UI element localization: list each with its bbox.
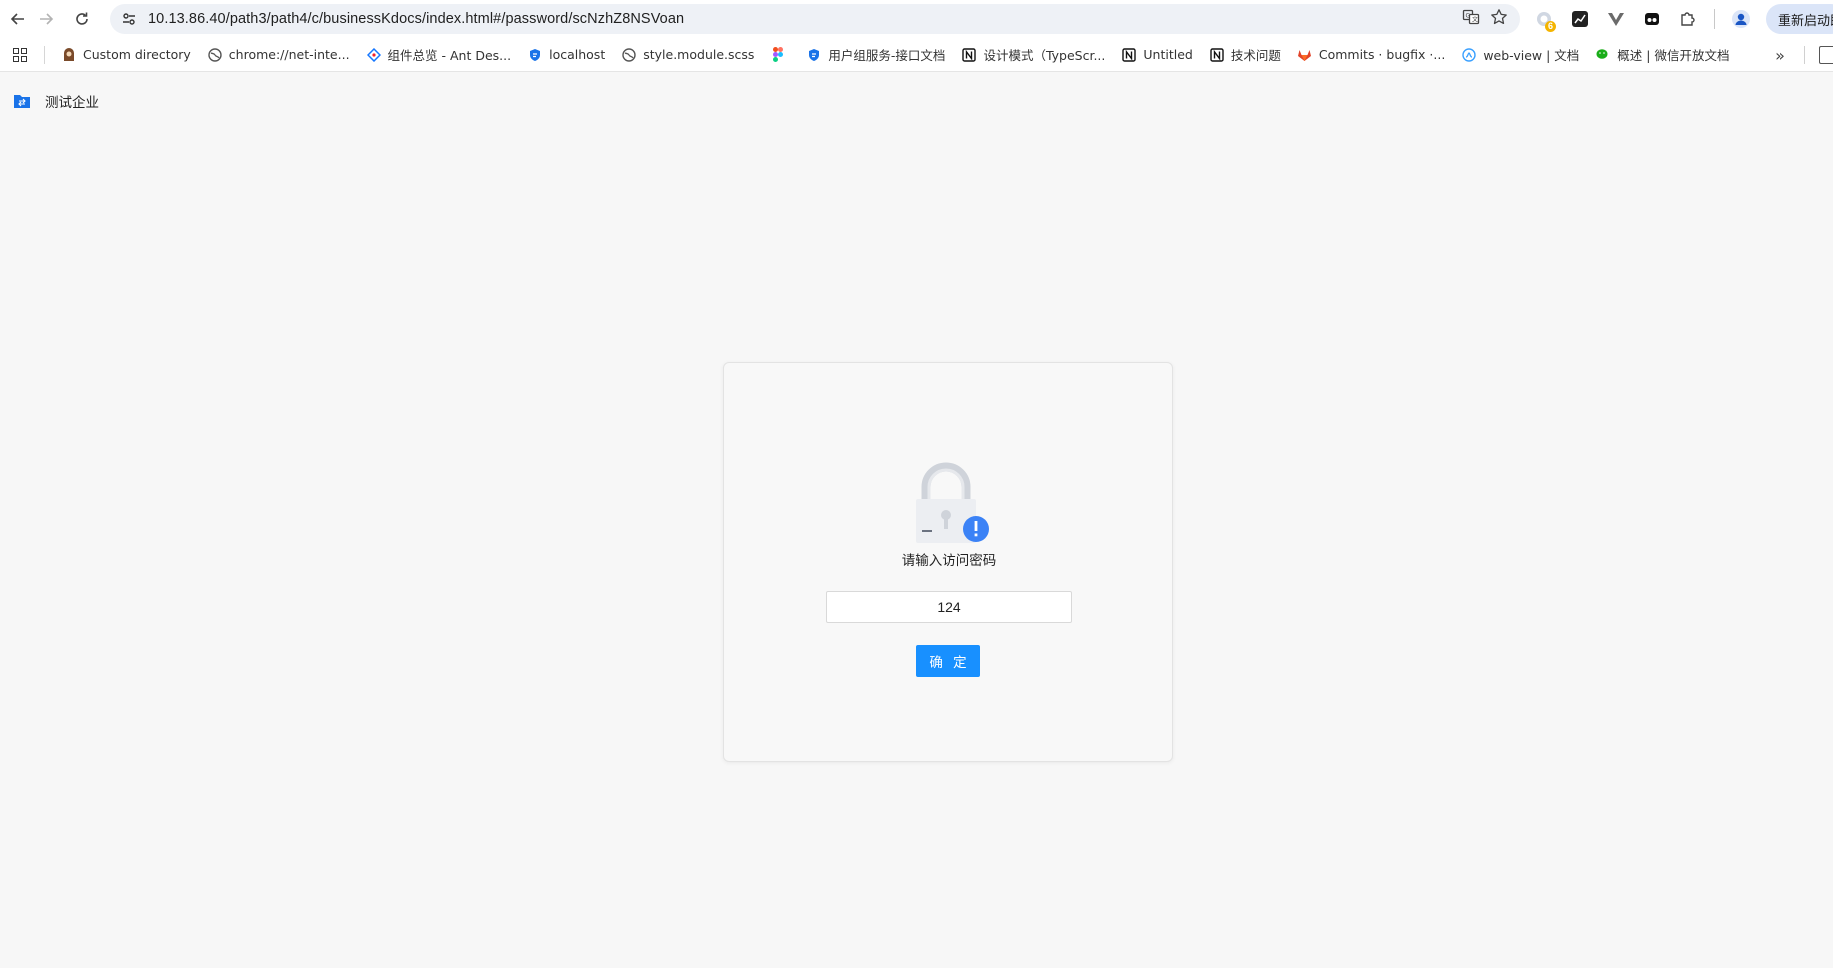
url-text[interactable]: 10.13.86.40/path3/path4/c/businessKdocs/… bbox=[148, 11, 684, 27]
toolbar-separator bbox=[1714, 9, 1715, 29]
bookmark-item[interactable]: 技术问题 bbox=[1203, 42, 1287, 68]
tune-icon bbox=[123, 13, 135, 25]
bookmark-label: localhost bbox=[549, 47, 606, 62]
reload-button[interactable] bbox=[64, 1, 100, 37]
bookmark-item[interactable]: chrome://net-inte... bbox=[201, 42, 356, 68]
bookmark-label: 技术问题 bbox=[1230, 48, 1281, 63]
forward-button[interactable] bbox=[28, 1, 64, 37]
relaunch-update-button[interactable]: 重新启动即可更新 bbox=[1766, 4, 1833, 34]
bookmark-label: 设计模式（TypeScr... bbox=[983, 48, 1106, 63]
more-bookmarks-chevron-icon[interactable]: » bbox=[1767, 42, 1793, 68]
figma-icon bbox=[770, 47, 786, 63]
globe-icon bbox=[621, 47, 637, 63]
extension-badge: 6 bbox=[1545, 21, 1556, 32]
profile-avatar-icon[interactable] bbox=[1725, 4, 1757, 34]
extensions-puzzle-icon[interactable] bbox=[1672, 4, 1704, 34]
gitlab-icon bbox=[1297, 47, 1313, 63]
forward-arrow-icon bbox=[40, 13, 54, 25]
bookmark-label: style.module.scss bbox=[643, 47, 755, 62]
bookmarks-divider bbox=[1804, 46, 1805, 64]
password-input[interactable] bbox=[826, 591, 1072, 623]
bookmark-label: Commits · bugfix ·... bbox=[1318, 47, 1446, 62]
translate-icon[interactable]: G文 bbox=[1462, 8, 1480, 30]
bookmark-item[interactable]: web-view | 文档 bbox=[1455, 42, 1585, 68]
notion-icon bbox=[1121, 47, 1137, 63]
wechat-icon bbox=[1595, 47, 1611, 63]
password-card: 请输入访问密码 确 定 bbox=[723, 362, 1173, 762]
password-prompt: 请输入访问密码 bbox=[901, 553, 997, 569]
page-content: 测试企业 请输入访问密码 确 定 bbox=[0, 73, 1833, 968]
bookmark-label: 概述 | 微信开放文档 bbox=[1617, 48, 1730, 63]
reload-icon bbox=[76, 12, 88, 25]
bookmark-item[interactable] bbox=[764, 42, 796, 68]
extension-vue-icon[interactable] bbox=[1600, 4, 1632, 34]
browser-toolbar: 10.13.86.40/path3/path4/c/businessKdocs/… bbox=[0, 0, 1833, 38]
confirm-button[interactable]: 确 定 bbox=[916, 645, 980, 677]
folder-share-icon bbox=[14, 95, 30, 108]
omnibox-actions: G文 bbox=[1462, 4, 1508, 34]
bookmark-item[interactable]: 用户组服务-接口文档 bbox=[800, 42, 951, 68]
avatar-icon bbox=[61, 47, 77, 63]
bookmark-item[interactable]: Commits · bugfix ·... bbox=[1291, 42, 1451, 68]
bookmark-label: chrome://net-inte... bbox=[228, 47, 350, 62]
notion-icon bbox=[961, 47, 977, 63]
bookmark-label: Custom directory bbox=[83, 47, 191, 62]
company-header: 测试企业 bbox=[13, 91, 99, 111]
apps-grid-icon[interactable] bbox=[6, 41, 34, 69]
shield-icon bbox=[806, 47, 822, 63]
bookmarks-separator bbox=[44, 45, 45, 64]
site-info-button[interactable] bbox=[114, 4, 144, 34]
company-name: 测试企业 bbox=[45, 95, 99, 111]
extension-glasses-icon[interactable] bbox=[1636, 4, 1668, 34]
address-bar[interactable]: 10.13.86.40/path3/path4/c/businessKdocs/… bbox=[110, 4, 1520, 34]
bookmark-item[interactable]: Untitled bbox=[1115, 42, 1198, 68]
globe-icon bbox=[207, 47, 223, 63]
bookmark-label: Untitled bbox=[1143, 47, 1193, 62]
shield-icon bbox=[527, 47, 543, 63]
bookmark-item[interactable]: style.module.scss bbox=[615, 42, 760, 68]
bookmarks-bar: Custom directory chrome://net-inte... 组件总览… bbox=[0, 38, 1833, 72]
notion-icon bbox=[1209, 47, 1225, 63]
bookmark-item[interactable]: 组件总览 - Ant Des... bbox=[360, 42, 518, 68]
back-arrow-icon bbox=[10, 13, 24, 25]
all-bookmarks-folder-icon[interactable] bbox=[1819, 46, 1833, 64]
svg-text:G: G bbox=[1466, 13, 1471, 20]
bookmark-item[interactable]: Custom directory bbox=[55, 42, 197, 68]
lock-icon bbox=[916, 462, 989, 543]
ant-design-icon bbox=[366, 47, 382, 63]
bookmark-item[interactable]: 概述 | 微信开放文档 bbox=[1589, 42, 1735, 68]
extension-google-icon[interactable]: 6 bbox=[1528, 4, 1560, 34]
svg-text:文: 文 bbox=[1472, 16, 1478, 24]
bookmark-label: 用户组服务-接口文档 bbox=[828, 48, 946, 63]
bookmark-label: 组件总览 - Ant Des... bbox=[387, 48, 512, 63]
mini-program-icon bbox=[1461, 47, 1477, 63]
bookmark-list: Custom directory chrome://net-inte... 组件总览… bbox=[55, 42, 1739, 68]
extensions-area: 6 bbox=[1528, 4, 1757, 34]
bookmark-label: web-view | 文档 bbox=[1483, 48, 1580, 63]
extension-chart-icon[interactable] bbox=[1564, 4, 1596, 34]
bookmark-star-icon[interactable] bbox=[1490, 8, 1508, 30]
bookmark-item[interactable]: localhost bbox=[521, 42, 611, 68]
bookmark-item[interactable]: 设计模式（TypeScr... bbox=[955, 42, 1111, 68]
